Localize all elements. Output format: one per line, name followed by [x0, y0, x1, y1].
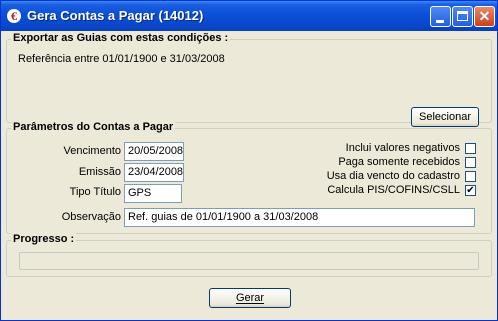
- issue-date-field[interactable]: 23/04/2008: [124, 163, 184, 182]
- use-registry-due-day-checkbox[interactable]: [465, 171, 476, 182]
- parameters-group-title: Parâmetros do Contas a Pagar: [11, 121, 176, 133]
- generate-button-label: Gerar: [235, 292, 265, 304]
- observation-label: Observação: [61, 211, 121, 223]
- maximize-button[interactable]: [452, 6, 473, 27]
- maximize-icon: [457, 11, 468, 21]
- generate-button[interactable]: Gerar: [209, 288, 291, 308]
- title-bar[interactable]: € Gera Contas a Pagar (14012) ✕: [1, 1, 497, 31]
- title-type-label: Tipo Título: [69, 186, 121, 198]
- window-title: Gera Contas a Pagar (14012): [27, 8, 204, 23]
- include-negatives-label: Inclui valores negativos: [345, 142, 460, 154]
- due-date-label: Vencimento: [63, 145, 121, 157]
- title-type-field[interactable]: GPS: [124, 184, 182, 203]
- calc-pis-cofins-csll-checkbox[interactable]: ✔: [465, 185, 476, 196]
- close-icon: ✕: [478, 8, 491, 24]
- pay-only-received-label: Paga somente recebidos: [338, 156, 460, 168]
- pay-only-received-checkbox[interactable]: [465, 157, 476, 168]
- calc-pis-cofins-csll-label: Calcula PIS/COFINS/CSLL: [327, 184, 460, 196]
- due-date-field[interactable]: 20/05/2008: [124, 142, 184, 161]
- close-button[interactable]: ✕: [474, 6, 495, 27]
- progress-group-title: Progresso :: [11, 233, 77, 245]
- export-group-title: Exportar as Guias com estas condições :: [11, 32, 231, 44]
- reference-period-text: Referência entre 01/01/1900 e 31/03/2008: [18, 53, 225, 65]
- issue-date-label: Emissão: [78, 166, 121, 178]
- use-registry-due-day-label: Usa dia vencto do cadastro: [326, 170, 460, 182]
- minimize-icon: [436, 20, 444, 23]
- main-window: € Gera Contas a Pagar (14012) ✕ Exportar…: [0, 0, 498, 321]
- include-negatives-checkbox[interactable]: [465, 143, 476, 154]
- minimize-button[interactable]: [430, 6, 451, 27]
- app-icon: €: [7, 9, 21, 23]
- observation-field[interactable]: Ref. guias de 01/01/1900 a 31/03/2008: [124, 208, 475, 227]
- progress-bar: [19, 252, 479, 270]
- select-button[interactable]: Selecionar: [411, 107, 479, 127]
